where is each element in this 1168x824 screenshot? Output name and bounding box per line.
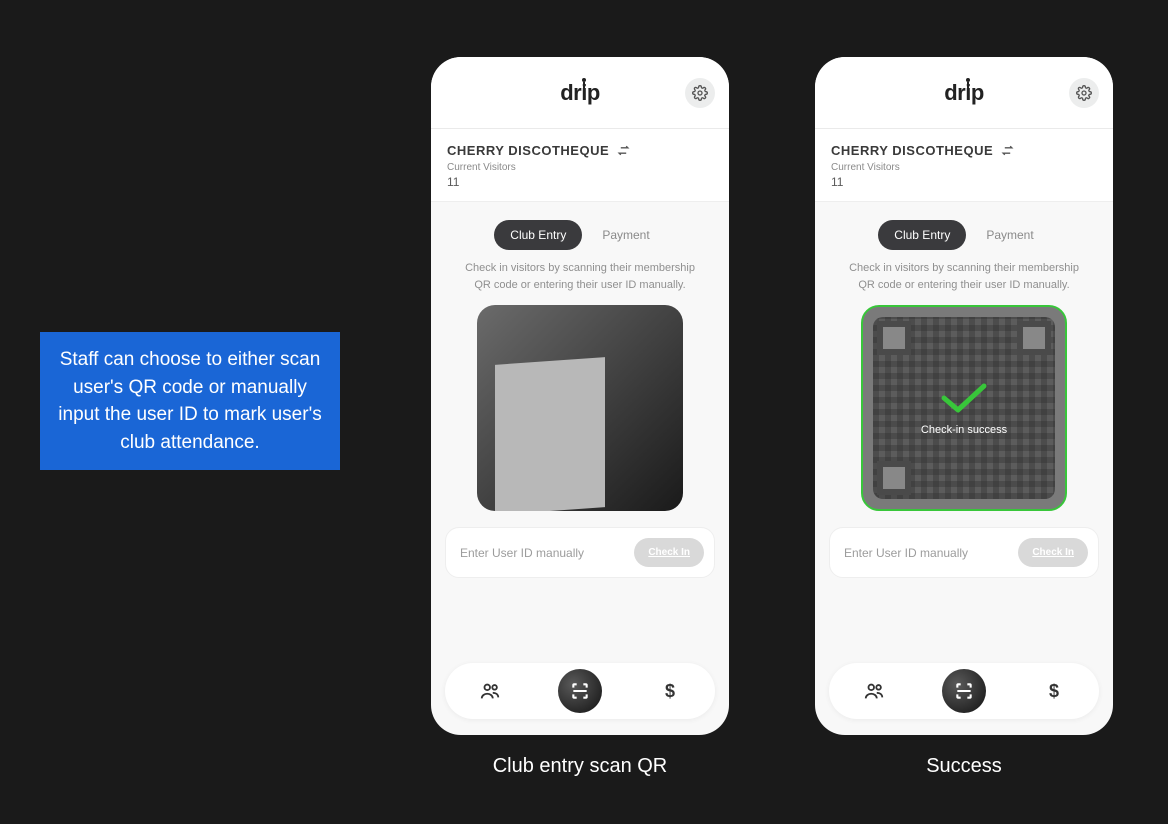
manual-input-card: Check In [829, 527, 1099, 578]
people-icon [479, 680, 501, 702]
camera-viewport-success[interactable]: Check-in success [861, 305, 1067, 511]
venue-info: CHERRY DISCOTHEQUE Current Visitors 11 [431, 129, 729, 202]
app-logo-text: drip [944, 80, 984, 105]
nav-people[interactable] [468, 669, 512, 713]
success-overlay: Check-in success [863, 307, 1065, 509]
dollar-icon: $ [665, 681, 675, 702]
annotation-callout: Staff can choose to either scan user's Q… [40, 332, 340, 470]
instruction-text: Check in visitors by scanning their memb… [815, 260, 1113, 293]
venue-name: CHERRY DISCOTHEQUE [447, 143, 609, 158]
gear-icon [1076, 85, 1092, 101]
bottom-nav: $ [829, 663, 1099, 719]
nav-people[interactable] [852, 669, 896, 713]
scan-icon [954, 681, 974, 701]
tab-payment[interactable]: Payment [586, 220, 665, 250]
tab-payment[interactable]: Payment [970, 220, 1049, 250]
nav-payment[interactable]: $ [648, 669, 692, 713]
manual-input-card: Check In [445, 527, 715, 578]
check-icon [940, 380, 988, 416]
tab-club-entry[interactable]: Club Entry [878, 220, 966, 250]
visitors-count: 11 [447, 175, 713, 189]
phone-screen-scan: drip CHERRY DISCOTHEQUE Current Visitors… [431, 57, 729, 735]
bottom-nav: $ [445, 663, 715, 719]
swap-icon[interactable] [1001, 144, 1014, 157]
swap-icon[interactable] [617, 144, 630, 157]
app-header: drip [815, 57, 1113, 129]
people-icon [863, 680, 885, 702]
mode-tabs: Club Entry Payment [815, 220, 1113, 250]
venue-info: CHERRY DISCOTHEQUE Current Visitors 11 [815, 129, 1113, 202]
app-header: drip [431, 57, 729, 129]
caption-scan: Club entry scan QR [431, 755, 729, 778]
phone-screen-success: drip CHERRY DISCOTHEQUE Current Visitors… [815, 57, 1113, 735]
nav-scan[interactable] [942, 669, 986, 713]
success-text: Check-in success [921, 424, 1007, 436]
settings-button[interactable] [1069, 78, 1099, 108]
user-id-input[interactable] [460, 546, 634, 560]
gear-icon [692, 85, 708, 101]
mode-tabs: Club Entry Payment [431, 220, 729, 250]
nav-payment[interactable]: $ [1032, 669, 1076, 713]
nav-scan[interactable] [558, 669, 602, 713]
scan-icon [570, 681, 590, 701]
user-id-input[interactable] [844, 546, 1018, 560]
settings-button[interactable] [685, 78, 715, 108]
app-logo-text: drip [560, 80, 600, 105]
instruction-text: Check in visitors by scanning their memb… [431, 260, 729, 293]
app-logo: drip [944, 80, 984, 106]
check-in-button[interactable]: Check In [1018, 538, 1088, 567]
tab-club-entry[interactable]: Club Entry [494, 220, 582, 250]
visitors-label: Current Visitors [831, 162, 1097, 173]
caption-success: Success [815, 755, 1113, 778]
venue-name: CHERRY DISCOTHEQUE [831, 143, 993, 158]
visitors-label: Current Visitors [447, 162, 713, 173]
visitors-count: 11 [831, 175, 1097, 189]
camera-viewport[interactable] [477, 305, 683, 511]
check-in-button[interactable]: Check In [634, 538, 704, 567]
app-logo: drip [560, 80, 600, 106]
dollar-icon: $ [1049, 681, 1059, 702]
